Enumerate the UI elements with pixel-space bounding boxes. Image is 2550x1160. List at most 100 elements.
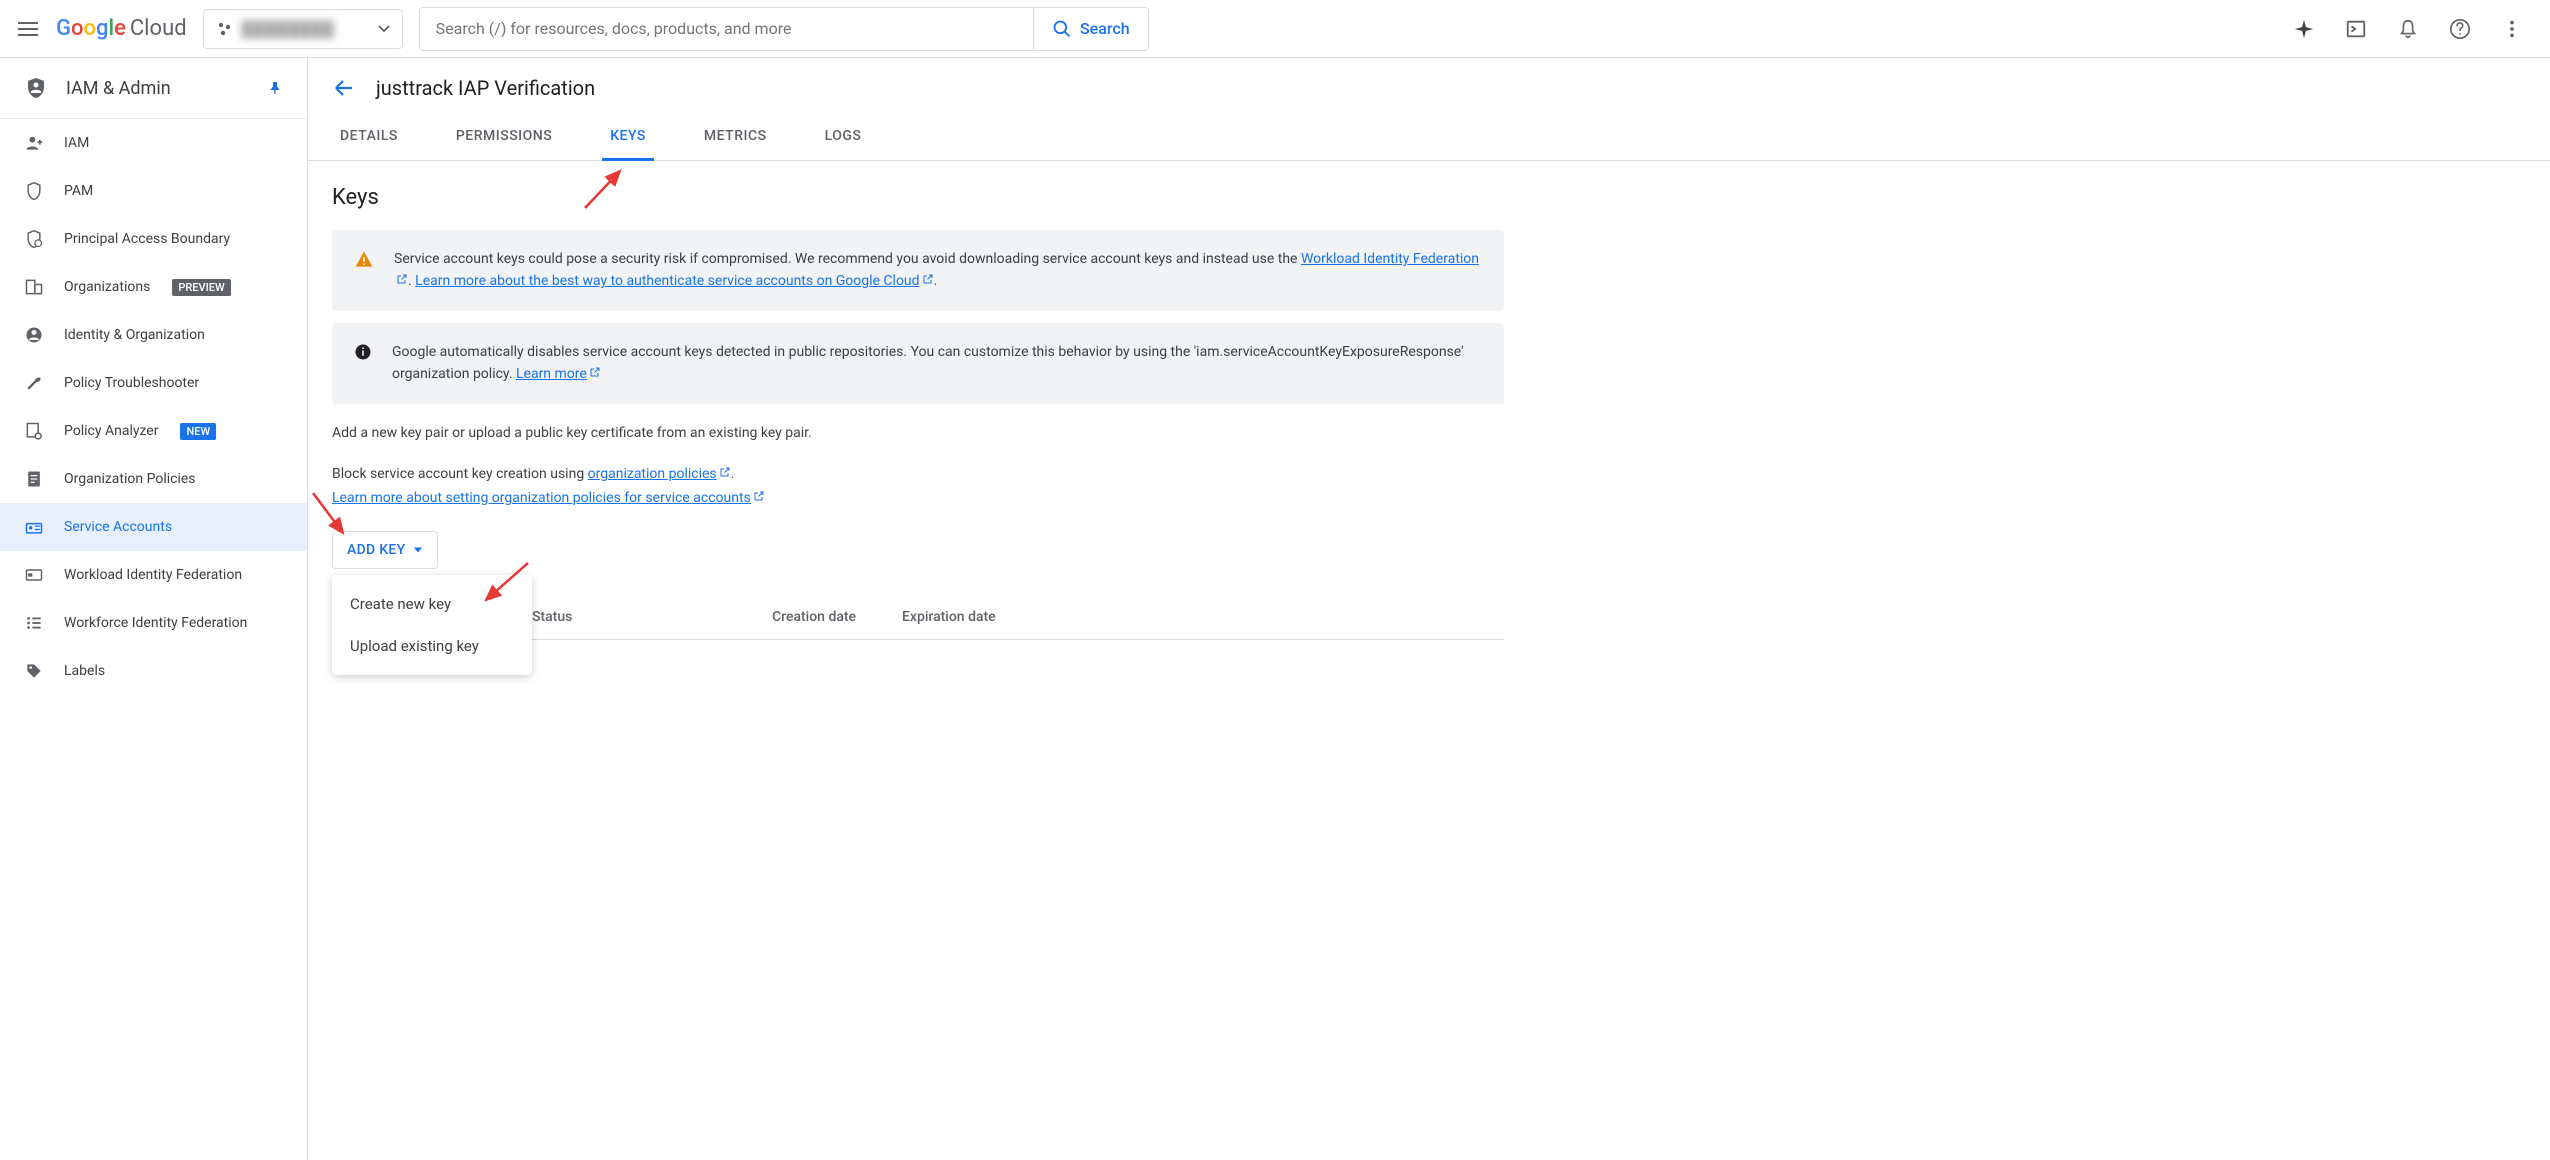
sidebar-item-label: Policy Analyzer xyxy=(64,423,158,439)
service-account-icon xyxy=(24,517,44,537)
description-text: Block service account key creation using… xyxy=(332,463,1504,511)
warning-box: Service account keys could pose a securi… xyxy=(332,230,1504,311)
sidebar-item-label: Principal Access Boundary xyxy=(64,231,230,247)
card-icon xyxy=(24,565,44,585)
sidebar-item-policy-troubleshooter[interactable]: Policy Troubleshooter xyxy=(0,359,307,407)
section-title: Keys xyxy=(332,185,1504,210)
top-header: Google Cloud ████████ Search xyxy=(0,0,2550,58)
tab-metrics[interactable]: METRICS xyxy=(696,114,775,161)
add-key-button[interactable]: ADD KEY xyxy=(332,531,438,569)
sidebar-title: IAM & Admin xyxy=(66,78,171,99)
sidebar-item-label: Workforce Identity Federation xyxy=(64,615,247,631)
tag-icon xyxy=(24,661,44,681)
sidebar-item-labels[interactable]: Labels xyxy=(0,647,307,695)
column-header-creation: Creation date xyxy=(772,609,902,625)
project-selector[interactable]: ████████ xyxy=(203,9,403,49)
shield-lock-icon xyxy=(24,229,44,249)
tab-logs[interactable]: LOGS xyxy=(817,114,870,161)
more-icon[interactable] xyxy=(2500,17,2524,41)
external-link-icon xyxy=(922,273,934,285)
external-link-icon xyxy=(753,490,765,502)
notifications-icon[interactable] xyxy=(2396,17,2420,41)
sidebar: IAM & Admin IAM PAM Principal Access Bou… xyxy=(0,58,308,1160)
list-icon xyxy=(24,613,44,633)
chevron-down-icon xyxy=(378,23,390,35)
search-button-label: Search xyxy=(1080,19,1130,38)
cloud-shell-icon[interactable] xyxy=(2344,17,2368,41)
text-segment: . xyxy=(934,273,938,289)
search-input[interactable] xyxy=(420,19,1033,38)
external-link-icon xyxy=(719,466,731,478)
logo-cloud-text: Cloud xyxy=(130,16,187,41)
iam-admin-shield-icon xyxy=(24,76,48,100)
sidebar-item-iam[interactable]: IAM xyxy=(0,119,307,167)
sidebar-item-policy-analyzer[interactable]: Policy Analyzer NEW xyxy=(0,407,307,455)
page-header: justtrack IAP Verification xyxy=(308,58,2550,114)
sidebar-item-principal-access-boundary[interactable]: Principal Access Boundary xyxy=(0,215,307,263)
chevron-down-icon xyxy=(413,545,423,555)
warning-text: Service account keys could pose a securi… xyxy=(394,248,1482,293)
sidebar-item-organizations[interactable]: Organizations PREVIEW xyxy=(0,263,307,311)
page-title: justtrack IAP Verification xyxy=(376,76,595,100)
wrench-icon xyxy=(24,373,44,393)
tabs: DETAILS PERMISSIONS KEYS METRICS LOGS xyxy=(308,114,2550,161)
text-segment: . xyxy=(731,466,735,482)
text-segment: Block service account key creation using xyxy=(332,466,588,482)
account-icon xyxy=(24,325,44,345)
column-header-expiration: Expiration date xyxy=(902,609,1036,625)
gemini-icon[interactable] xyxy=(2292,17,2316,41)
help-icon[interactable] xyxy=(2448,17,2472,41)
info-box: Google automatically disables service ac… xyxy=(332,323,1504,404)
sidebar-item-service-accounts[interactable]: Service Accounts xyxy=(0,503,307,551)
sidebar-item-identity-organization[interactable]: Identity & Organization xyxy=(0,311,307,359)
link-org-policies[interactable]: organization policies xyxy=(588,466,731,482)
menu-icon[interactable] xyxy=(16,17,40,41)
add-key-dropdown: Create new key Upload existing key xyxy=(332,575,532,675)
warning-icon xyxy=(354,248,374,270)
tab-details[interactable]: DETAILS xyxy=(332,114,406,161)
sidebar-item-label: Identity & Organization xyxy=(64,327,205,343)
sidebar-item-label: Policy Troubleshooter xyxy=(64,375,199,391)
info-icon xyxy=(354,341,372,361)
sidebar-item-label: PAM xyxy=(64,183,93,199)
external-link-icon xyxy=(396,273,408,285)
sidebar-header: IAM & Admin xyxy=(0,58,307,119)
pin-icon[interactable] xyxy=(267,80,283,96)
sidebar-item-organization-policies[interactable]: Organization Policies xyxy=(0,455,307,503)
link-learn-more-org-policies[interactable]: Learn more about setting organization po… xyxy=(332,490,765,506)
header-actions xyxy=(2292,17,2534,41)
search-icon xyxy=(1052,19,1072,39)
analyzer-icon xyxy=(24,421,44,441)
sidebar-item-pam[interactable]: PAM xyxy=(0,167,307,215)
sidebar-item-label: Organizations xyxy=(64,279,150,295)
person-add-icon xyxy=(24,133,44,153)
link-learn-more-exposure[interactable]: Learn more xyxy=(516,366,601,382)
project-icon xyxy=(216,20,234,38)
sidebar-item-label: IAM xyxy=(64,135,89,151)
sidebar-item-workload-identity-federation[interactable]: Workload Identity Federation xyxy=(0,551,307,599)
back-arrow-icon[interactable] xyxy=(332,76,356,100)
info-text: Google automatically disables service ac… xyxy=(392,341,1482,386)
search-button[interactable]: Search xyxy=(1033,8,1148,50)
sidebar-item-workforce-identity-federation[interactable]: Workforce Identity Federation xyxy=(0,599,307,647)
main-content: justtrack IAP Verification DETAILS PERMI… xyxy=(308,58,2550,1160)
dropdown-item-upload-existing-key[interactable]: Upload existing key xyxy=(332,625,532,667)
sidebar-item-label: Labels xyxy=(64,663,105,679)
add-key-button-label: ADD KEY xyxy=(347,542,405,558)
sidebar-item-label: Workload Identity Federation xyxy=(64,567,242,583)
tab-permissions[interactable]: PERMISSIONS xyxy=(448,114,560,161)
new-badge: NEW xyxy=(180,423,216,440)
sidebar-item-label: Service Accounts xyxy=(64,519,172,535)
org-icon xyxy=(24,277,44,297)
description-text: Add a new key pair or upload a public ke… xyxy=(332,422,1504,446)
dropdown-item-create-new-key[interactable]: Create new key xyxy=(332,583,532,625)
project-name-blurred: ████████ xyxy=(242,20,370,38)
google-cloud-logo[interactable]: Google Cloud xyxy=(56,16,187,41)
document-icon xyxy=(24,469,44,489)
tab-keys[interactable]: KEYS xyxy=(602,114,654,161)
sidebar-item-label: Organization Policies xyxy=(64,471,196,487)
preview-badge: PREVIEW xyxy=(172,279,230,296)
search-bar: Search xyxy=(419,7,1149,51)
link-learn-more-auth[interactable]: Learn more about the best way to authent… xyxy=(415,273,933,289)
shield-icon xyxy=(24,181,44,201)
